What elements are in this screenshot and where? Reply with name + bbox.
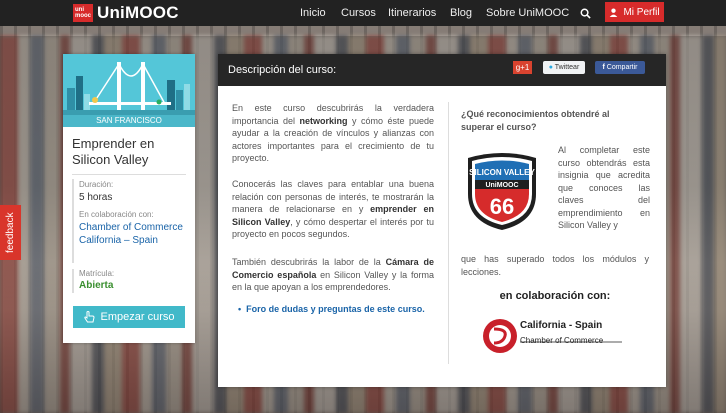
course-card: SAN FRANCISCO Emprender en Silicon Valle… [63,54,195,343]
twitter-label: Twittear [554,64,580,71]
nav-link-itinerarios[interactable]: Itinerarios [388,7,436,19]
meta-bar [72,179,74,263]
start-course-button[interactable]: Empezar curso [73,306,185,328]
forum-link-text: Foro de dudas y preguntas de este curso. [246,304,425,314]
start-course-label: Empezar curso [100,311,175,323]
logo-bottom-text: mooc [75,13,92,19]
banner-label: SAN FRANCISCO [63,115,195,127]
recognition-question: ¿Qué reconocimientos obtendré al superar… [461,109,610,132]
twitter-button[interactable]: ● Twittear [543,61,585,74]
course-banner: SAN FRANCISCO [63,54,195,127]
enrollment-value: Abierta [79,280,114,291]
nav-link-blog[interactable]: Blog [450,7,472,19]
nav-link-cursos[interactable]: Cursos [341,7,376,19]
search-icon [580,8,591,19]
facebook-icon: f [602,64,605,71]
para-text: También descubrirás la labor de la [232,257,386,267]
panel-header: Descripción del curso: g+1 ● Twittear f … [218,54,666,86]
bullet-icon: • [238,304,247,314]
forum-link[interactable]: • Foro de dudas y preguntas de este curs… [238,304,425,314]
meta-bar [72,269,74,293]
brand-name[interactable]: UniMOOC [97,3,179,23]
enrollment-label: Matrícula: [79,269,115,278]
user-icon [610,8,618,17]
column-divider [448,102,449,364]
duration-value: 5 horas [79,192,113,203]
top-navbar: uni mooc UniMOOC Inicio Cursos Itinerari… [0,0,726,26]
description-paragraph: También descubrirás la labor de la Cámar… [232,256,434,294]
search-button[interactable] [574,3,596,23]
badge-shield-icon: SILICON VALLEY UniMOOC 66 [468,153,536,230]
facebook-label: Compartir [606,64,638,71]
card-divider [72,174,186,175]
facebook-button[interactable]: f Compartir [595,61,645,74]
badge-middle-text: UniMOOC [485,182,518,189]
nav-link-inicio[interactable]: Inicio [300,7,326,19]
twitter-icon: ● [548,64,553,71]
course-title: Emprender en Silicon Valley [72,136,155,167]
pointer-hand-icon [83,311,95,323]
collab-heading: en colaboración con: [499,290,611,302]
badge-number-text: 66 [490,194,514,219]
panel-title: Descripción del curso: [228,64,337,76]
nav-link-sobre[interactable]: Sobre UniMOOC [486,7,569,19]
feedback-tab[interactable]: feedback [0,205,21,260]
para-highlight: networking [299,115,348,126]
badge-top-text: SILICON VALLEY [469,168,535,177]
course-description-panel: Descripción del curso: g+1 ● Twittear f … [218,54,666,387]
partner-name[interactable]: California - Spain [520,320,602,331]
duration-label: Duración: [79,180,114,189]
badge-description-continued: que has superado todos los módulos y lec… [461,254,649,277]
skyline-illustration [63,62,195,116]
logo-badge[interactable]: uni mooc [73,4,93,22]
profile-button[interactable]: Mi Perfil [605,2,664,22]
route-66-badge: SILICON VALLEY UniMOOC 66 [464,150,540,232]
profile-label: Mi Perfil [623,6,660,18]
gplus-button[interactable]: g+1 [513,61,532,74]
collab-link[interactable]: Chamber of Commerce California – Spain [79,221,184,247]
badge-description: Al completar este curso obtendrás esta i… [558,145,650,230]
description-paragraph: En este curso descubrirás la verdadera i… [232,102,434,165]
collab-label: En colaboración con: [79,210,154,219]
description-paragraph: Conocerás las claves para entablar una b… [232,178,434,241]
partner-subtitle: Chamber of Commerce [520,336,604,345]
